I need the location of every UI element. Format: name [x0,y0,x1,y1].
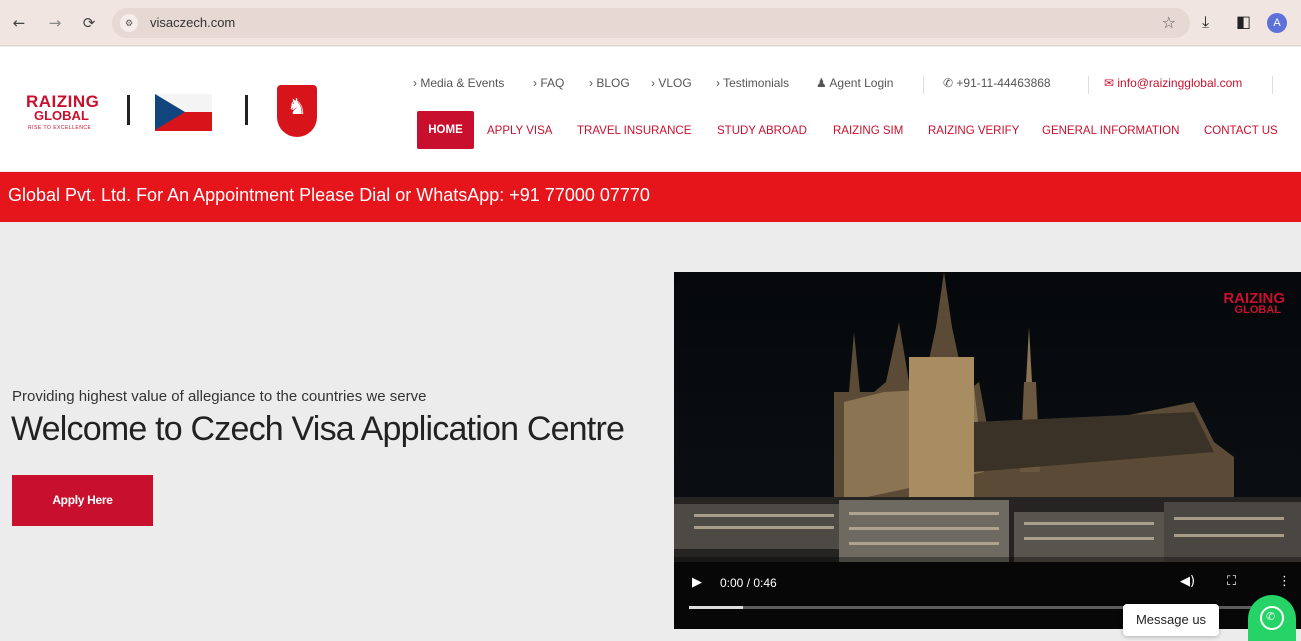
fullscreen-icon[interactable]: ⛶ [1227,574,1236,589]
download-icon[interactable]: ⤓ [1202,12,1209,32]
message-us-label[interactable]: Message us [1123,604,1219,636]
announcement-bar: Global Pvt. Ltd. For An Appointment Plea… [0,172,1301,222]
topnav-blog[interactable]: › BLOG [589,76,630,90]
volume-icon[interactable]: ◀) [1180,574,1195,589]
menu-raizing-verify[interactable]: RAIZING VERIFY [928,125,1019,137]
logo-separator [245,95,248,125]
side-panel-icon[interactable]: ◧ [1236,12,1251,31]
back-icon[interactable]: ← [8,12,30,34]
topnav-divider [1088,76,1089,94]
video-time: 0:00 / 0:46 [720,576,777,590]
play-icon[interactable]: ▶ [692,575,702,590]
menu-study-abroad[interactable]: STUDY ABROAD [717,125,807,137]
more-options-icon[interactable]: ⋮ [1278,574,1291,589]
bookmark-star-icon[interactable]: ☆ [1162,13,1176,32]
logo-text-global: GLOBAL [34,108,89,123]
menu-contact-us[interactable]: CONTACT US [1204,125,1278,137]
video-watermark-logo-sub: GLOBAL [1234,304,1281,316]
topnav-agent-login[interactable]: ♟ Agent Login [816,76,893,90]
video-progress-fill [689,606,743,609]
browser-toolbar: ← → ⟳ ⚙ visaczech.com ☆ ⤓ ◧ A [0,0,1301,46]
topnav-divider [923,76,924,94]
profile-avatar[interactable]: A [1267,13,1287,33]
menu-raizing-sim[interactable]: RAIZING SIM [833,125,903,137]
whatsapp-icon[interactable]: ✆ [1248,595,1296,641]
apply-here-button[interactable]: Apply Here [12,475,153,526]
site-info-icon[interactable]: ⚙ [120,14,138,32]
topnav-phone[interactable]: ✆ +91-11-44463868 [943,76,1051,90]
czech-flag-icon [155,94,212,131]
url-text[interactable]: visaczech.com [150,15,235,30]
menu-home[interactable]: HOME [417,111,474,149]
hero-tagline: Providing highest value of allegiance to… [12,388,427,405]
topnav-vlog[interactable]: › VLOG [651,76,692,90]
menu-general-information[interactable]: GENERAL INFORMATION [1042,125,1179,137]
topnav-email[interactable]: ✉ info@raizingglobal.com [1104,76,1242,90]
logo-tagline: RISE TO EXCELLENCE [28,125,92,131]
menu-travel-insurance[interactable]: TRAVEL INSURANCE [577,125,691,137]
topnav-divider [1272,76,1273,94]
topnav-faq[interactable]: › FAQ [533,76,564,90]
raizing-global-logo[interactable]: RAIZING GLOBAL RISE TO EXCELLENCE [26,92,108,140]
topnav-testimonials[interactable]: › Testimonials [716,76,789,90]
topnav-media-events[interactable]: › Media & Events [413,76,504,90]
video-player[interactable]: RAIZING GLOBAL ▶ 0:00 / 0:46 ◀) ⛶ ⋮ [674,272,1301,629]
czech-coat-of-arms-icon: ♞ [277,85,317,137]
page-title: Welcome to Czech Visa Application Centre [11,410,625,448]
menu-apply-visa[interactable]: APPLY VISA [487,125,552,137]
address-bar[interactable]: ⚙ visaczech.com ☆ [112,8,1190,38]
forward-icon[interactable]: → [44,12,66,34]
logo-separator [127,95,130,125]
site-header: RAIZING GLOBAL RISE TO EXCELLENCE ♞ › Me… [0,47,1301,171]
announcement-text: Global Pvt. Ltd. For An Appointment Plea… [8,185,650,205]
reload-icon[interactable]: ⟳ [78,12,100,34]
